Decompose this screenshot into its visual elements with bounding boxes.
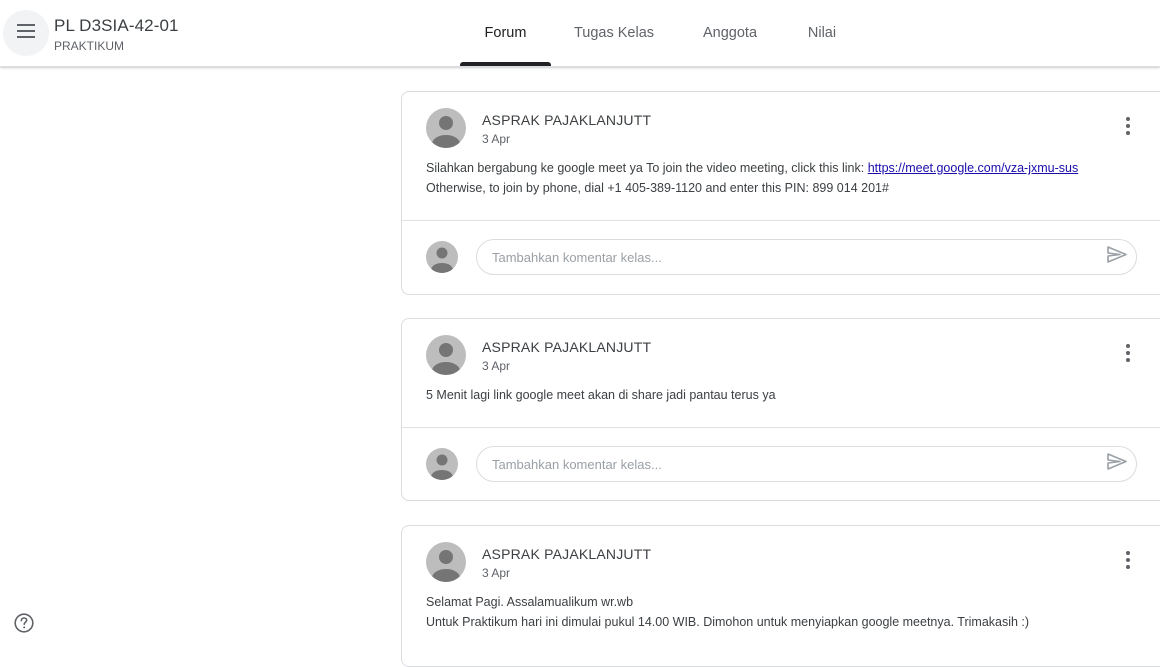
more-vert-icon (1126, 343, 1130, 367)
class-title[interactable]: PL D3SIA-42-01 (54, 16, 179, 36)
default-avatar-icon (431, 454, 453, 480)
post-author: ASPRAK PAJAKLANJUTT (482, 112, 652, 128)
post-date[interactable]: 3 Apr (482, 359, 510, 373)
send-icon (1107, 246, 1127, 268)
stream-post-card: ASPRAK PAJAKLANJUTT 3 Apr 5 Menit lagi l… (401, 318, 1160, 501)
tab-nilai[interactable]: Nilai (783, 0, 861, 66)
post-options-button[interactable] (1108, 339, 1148, 371)
stream-post-card: ASPRAK PAJAKLANJUTT 3 Apr Selamat Pagi. … (401, 525, 1160, 667)
tab-tugas-kelas[interactable]: Tugas Kelas (551, 0, 677, 66)
author-avatar[interactable] (426, 542, 466, 582)
comment-divider (402, 220, 1160, 221)
post-body-line: Otherwise, to join by phone, dial +1 405… (426, 181, 889, 195)
active-tab-indicator (460, 62, 551, 66)
post-body: Silahkan bergabung ke google meet ya To … (426, 158, 1126, 198)
comment-divider (402, 427, 1160, 428)
tab-forum[interactable]: Forum (460, 0, 551, 66)
post-body-line: Silahkan bergabung ke google meet ya To … (426, 161, 1079, 175)
post-author: ASPRAK PAJAKLANJUTT (482, 339, 652, 355)
class-comment-input[interactable] (476, 446, 1137, 482)
commenter-avatar (426, 241, 458, 273)
author-avatar[interactable] (426, 335, 466, 375)
default-avatar-icon (431, 247, 453, 273)
tab-label: Tugas Kelas (573, 25, 655, 41)
tab-label: Nilai (807, 25, 837, 41)
post-body-line: 5 Menit lagi link google meet akan di sh… (426, 388, 776, 402)
post-date[interactable]: 3 Apr (482, 132, 510, 146)
stream-post-card: ASPRAK PAJAKLANJUTT 3 Apr Silahkan berga… (401, 91, 1160, 295)
send-icon (1107, 453, 1127, 475)
class-comment-input[interactable] (476, 239, 1137, 275)
default-avatar-icon (432, 550, 460, 582)
more-vert-icon (1126, 116, 1130, 140)
post-body: Selamat Pagi. Assalamualikum wr.wb Untuk… (426, 592, 1126, 632)
post-options-button[interactable] (1108, 112, 1148, 144)
post-author: ASPRAK PAJAKLANJUTT (482, 546, 652, 562)
top-app-bar: PL D3SIA-42-01 PRAKTIKUM Forum Tugas Kel… (0, 0, 1160, 67)
commenter-avatar (426, 448, 458, 480)
post-body-line: Selamat Pagi. Assalamualikum wr.wb (426, 595, 634, 609)
send-comment-button[interactable] (1102, 242, 1132, 272)
more-vert-icon (1126, 550, 1130, 574)
post-body-line: Untuk Praktikum hari ini dimulai pukul 1… (426, 615, 1030, 629)
post-date[interactable]: 3 Apr (482, 566, 510, 580)
default-avatar-icon (432, 116, 460, 148)
tab-anggota[interactable]: Anggota (677, 0, 783, 66)
author-avatar[interactable] (426, 108, 466, 148)
tab-label: Forum (484, 25, 527, 41)
help-icon (14, 612, 34, 638)
class-tabs: Forum Tugas Kelas Anggota Nilai (460, 0, 861, 66)
send-comment-button[interactable] (1102, 449, 1132, 479)
meet-link[interactable]: https://meet.google.com/vza-jxmu-sus (868, 161, 1079, 175)
hamburger-menu-icon (17, 23, 35, 43)
class-subtitle: PRAKTIKUM (54, 39, 125, 53)
post-body: 5 Menit lagi link google meet akan di sh… (426, 385, 1126, 405)
tab-label: Anggota (702, 25, 758, 41)
post-options-button[interactable] (1108, 546, 1148, 578)
help-button[interactable] (13, 612, 35, 638)
default-avatar-icon (432, 343, 460, 375)
main-menu-button[interactable] (3, 10, 49, 56)
